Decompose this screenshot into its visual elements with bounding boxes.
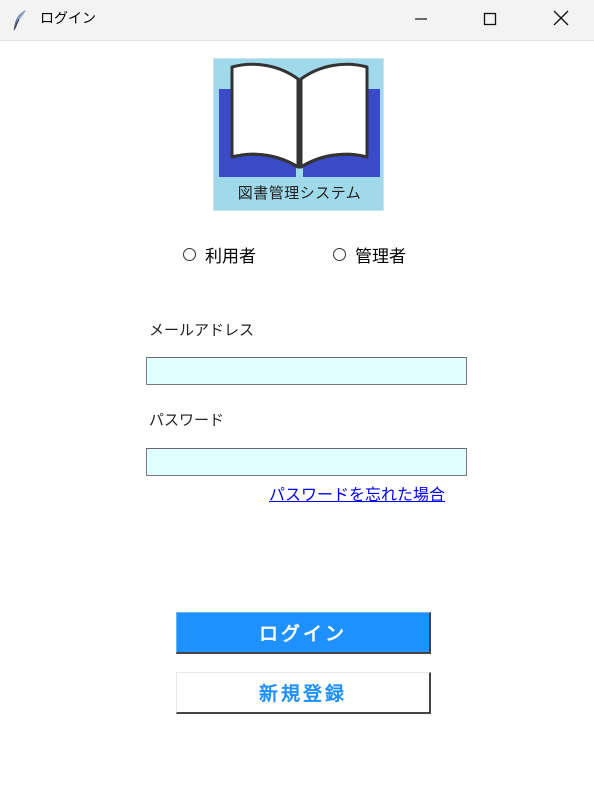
radio-user-label[interactable]: 利用者 xyxy=(205,242,256,267)
feather-icon xyxy=(10,9,30,31)
forgot-password-link[interactable]: パスワードを忘れた場合 xyxy=(269,481,445,505)
radio-circle-icon[interactable] xyxy=(333,248,346,261)
maximize-icon xyxy=(483,11,497,30)
radio-circle-icon[interactable] xyxy=(183,248,196,261)
minimize-button[interactable] xyxy=(398,0,444,40)
password-label: パスワード xyxy=(149,411,225,429)
radio-admin[interactable]: 管理者 xyxy=(333,242,406,267)
register-button[interactable]: 新規登録 xyxy=(176,672,431,714)
logo-text: 図書管理システム xyxy=(237,184,362,202)
email-field[interactable] xyxy=(146,357,467,385)
radio-user[interactable]: 利用者 xyxy=(183,242,256,267)
close-icon xyxy=(553,10,569,30)
email-label: メールアドレス xyxy=(149,321,255,339)
login-button[interactable]: ログイン xyxy=(176,612,431,654)
maximize-button[interactable] xyxy=(467,0,513,40)
app-logo: 図書管理システム xyxy=(213,58,384,211)
window-title: ログイン xyxy=(40,11,96,27)
title-bar: ログイン xyxy=(0,0,594,41)
radio-admin-label[interactable]: 管理者 xyxy=(355,242,406,267)
minimize-icon xyxy=(414,11,428,30)
close-button[interactable] xyxy=(538,0,584,40)
password-field[interactable] xyxy=(146,448,467,476)
